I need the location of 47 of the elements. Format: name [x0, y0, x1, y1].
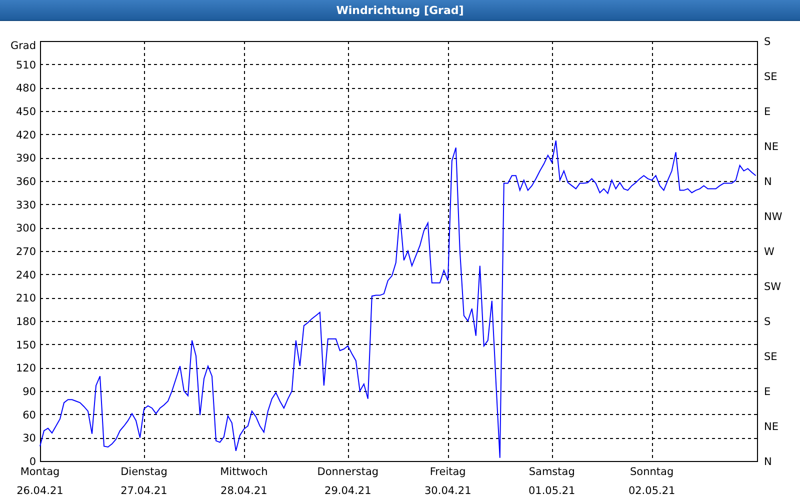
day-label: Mittwoch	[220, 466, 268, 478]
y-tick-label: 330	[16, 199, 36, 212]
compass-tick-label: E	[764, 106, 771, 118]
day-label: Donnerstag	[317, 466, 379, 478]
date-label: 01.05.21	[528, 485, 576, 497]
y-tick-label: 510	[16, 59, 36, 72]
y-tick-label: 240	[16, 269, 36, 282]
y-tick-label: 300	[16, 222, 36, 235]
day-label: Dienstag	[120, 466, 168, 478]
compass-tick-label: W	[764, 246, 774, 258]
window-title: Windrichtung [Grad]	[336, 4, 464, 16]
y-tick-label: 0	[29, 456, 36, 468]
y-tick-label: 390	[16, 152, 36, 165]
compass-tick-label: N	[764, 456, 772, 468]
date-label: 28.04.21	[220, 485, 268, 497]
compass-tick-label: NW	[764, 211, 782, 223]
day-label: Montag	[20, 466, 60, 478]
y-tick-label: 450	[16, 106, 36, 118]
y-tick-label: 360	[16, 176, 36, 188]
y-tick-label: 120	[16, 362, 36, 375]
date-label: 26.04.21	[16, 485, 64, 497]
compass-tick-label: E	[764, 386, 771, 398]
y-tick-label: 480	[16, 82, 36, 95]
compass-tick-label: SE	[764, 71, 778, 83]
y-axis-label: Grad	[10, 40, 36, 52]
date-label: 02.05.21	[628, 485, 676, 497]
y-tick-label: 30	[22, 432, 36, 445]
y-tick-label: 150	[16, 339, 36, 352]
y-tick-label: 270	[16, 246, 36, 258]
compass-tick-label: NE	[764, 421, 778, 433]
compass-tick-label: S	[764, 316, 771, 328]
compass-tick-label: S	[764, 36, 771, 48]
date-label: 29.04.21	[324, 485, 372, 497]
date-label: 30.04.21	[424, 485, 472, 497]
y-tick-label: 210	[16, 292, 36, 305]
day-label: Freitag	[430, 466, 466, 478]
y-tick-label: 180	[16, 316, 36, 328]
day-label: Sonntag	[630, 466, 674, 478]
compass-tick-label: NE	[764, 141, 778, 153]
compass-tick-label: SW	[764, 281, 782, 293]
compass-tick-label: N	[764, 176, 772, 188]
compass-tick-label: SE	[764, 351, 778, 363]
y-tick-label: 60	[22, 409, 36, 422]
y-tick-label: 420	[16, 129, 36, 142]
day-label: Samstag	[528, 466, 575, 478]
y-tick-label: 90	[22, 386, 36, 398]
date-label: 27.04.21	[120, 485, 168, 497]
